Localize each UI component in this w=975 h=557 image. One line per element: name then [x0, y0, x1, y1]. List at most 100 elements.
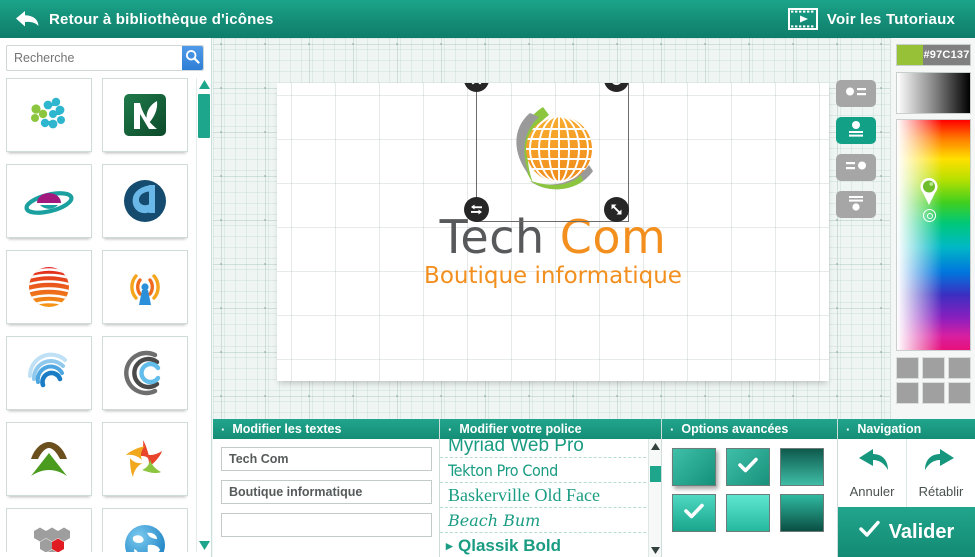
- panel-navigation: · Navigation Annuler Rétablir Valider: [838, 419, 975, 557]
- search-input[interactable]: [7, 46, 182, 70]
- redo-arrow-icon: [922, 447, 960, 482]
- search-icon: [185, 49, 200, 67]
- text-field-3[interactable]: [221, 513, 432, 537]
- font-item-0[interactable]: Myriad Web Pro: [440, 439, 661, 458]
- green-leaf-square-icon: [117, 87, 173, 143]
- gray-red-hexagons-icon: [21, 517, 77, 552]
- scrollbar-thumb[interactable]: [198, 94, 210, 138]
- navigation-buttons: Annuler Rétablir: [838, 439, 975, 507]
- icon-cell-green-leaf[interactable]: [102, 78, 188, 152]
- logo-symbol[interactable]: [464, 83, 629, 222]
- font-scrollbar-thumb[interactable]: [650, 466, 661, 482]
- icon-cell-blue-circle-swoosh[interactable]: [102, 164, 188, 238]
- panel-texts-title: Modifier les textes: [232, 422, 342, 436]
- hue-saturation-picker[interactable]: [896, 119, 971, 351]
- font-list-scrollbar[interactable]: [648, 439, 661, 557]
- icon-cell-gray-blue-crescent[interactable]: [102, 336, 188, 410]
- font-scroll-down-button[interactable]: [649, 544, 661, 556]
- panel-advanced-options: · Options avancées: [662, 419, 838, 557]
- panel-texts-body: [213, 439, 439, 554]
- bullet-icon: ·: [448, 421, 453, 437]
- undo-button[interactable]: Annuler: [838, 439, 906, 507]
- layout-text-top-button[interactable]: [836, 191, 876, 218]
- advanced-swatch-4[interactable]: [726, 494, 770, 532]
- bullet-icon: ·: [670, 421, 675, 437]
- check-icon: [737, 456, 759, 479]
- tutorials-button-label: Voir les Tutoriaux: [826, 10, 955, 28]
- flip-handle[interactable]: [464, 197, 489, 222]
- icon-cell-hexagons[interactable]: [6, 508, 92, 552]
- icon-cell-molecule-dots[interactable]: [6, 78, 92, 152]
- back-button-label: Retour à bibliothèque d'icônes: [49, 10, 274, 28]
- layout-icon-left-button[interactable]: [836, 80, 876, 107]
- view-tutorials-button[interactable]: Voir les Tutoriaux: [774, 0, 969, 38]
- swatch-0[interactable]: [896, 357, 919, 379]
- sidebar-scrollbar[interactable]: [196, 78, 210, 552]
- redo-button[interactable]: Rétablir: [906, 439, 975, 507]
- icon-cell-blue-globe[interactable]: [102, 508, 188, 552]
- font-item-2[interactable]: Baskerville Old Face: [440, 483, 661, 508]
- brown-green-mountain-icon: [21, 431, 77, 487]
- advanced-swatch-2[interactable]: [780, 448, 824, 486]
- hex-color-row[interactable]: #97C137: [896, 44, 971, 66]
- layout-icon-top-button[interactable]: [836, 117, 876, 144]
- font-item-1[interactable]: Tekton Pro Cond: [440, 458, 661, 483]
- orange-antenna-signal-icon: [117, 259, 173, 315]
- logo-editor-app: Retour à bibliothèque d'icônes Voir les …: [0, 0, 975, 557]
- text-field-2[interactable]: [221, 480, 432, 504]
- blue-circle-swoosh-icon: [117, 173, 173, 229]
- icon-library-sidebar: [0, 38, 212, 557]
- film-play-icon: [787, 8, 818, 30]
- font-scroll-up-button[interactable]: [649, 440, 661, 452]
- font-item-4[interactable]: Qlassik Bold: [440, 533, 661, 557]
- align-text-left-icon-right-icon: [843, 157, 869, 179]
- icon-cell-antenna-signal[interactable]: [102, 250, 188, 324]
- icon-cell-red-striped-sphere[interactable]: [6, 250, 92, 324]
- logo-subtitle[interactable]: Boutique informatique: [424, 263, 682, 289]
- purple-planet-ring-icon: [21, 173, 77, 229]
- logo-canvas[interactable]: Tech Com Boutique informatique: [213, 38, 890, 419]
- advanced-swatch-grid: [662, 439, 837, 532]
- scroll-down-button[interactable]: [197, 539, 211, 552]
- undo-label: Annuler: [849, 484, 895, 499]
- resize-handle[interactable]: [604, 197, 629, 222]
- blue-globe-icon: [117, 517, 173, 552]
- bullet-icon: ·: [846, 421, 851, 437]
- layout-text-left-button[interactable]: [836, 154, 876, 181]
- color-pin-marker[interactable]: [918, 176, 940, 206]
- grayscale-gradient-strip[interactable]: [896, 72, 971, 114]
- current-color-swatch: [897, 45, 923, 65]
- back-to-library-button[interactable]: Retour à bibliothèque d'icônes: [0, 0, 288, 38]
- align-icon-top-text-below-icon: [843, 120, 869, 142]
- recent-swatches-grid: [896, 357, 971, 404]
- panel-modify-texts: · Modifier les textes: [213, 419, 440, 557]
- bottom-panels: · Modifier les textes · Modifier votre p…: [213, 419, 975, 557]
- advanced-swatch-1[interactable]: [726, 448, 770, 486]
- search-button[interactable]: [182, 46, 203, 70]
- panel-font-title: Modifier votre police: [459, 422, 582, 436]
- panel-advanced-header: · Options avancées: [662, 419, 837, 439]
- search-row: [6, 45, 204, 71]
- align-text-top-icon-below-icon: [843, 194, 869, 216]
- text-field-1[interactable]: [221, 447, 432, 471]
- swatch-5[interactable]: [948, 382, 971, 404]
- panel-navigation-title: Navigation: [857, 422, 922, 436]
- swatch-4[interactable]: [922, 382, 945, 404]
- icon-cell-blue-wave-spiral[interactable]: [6, 336, 92, 410]
- scroll-up-button[interactable]: [197, 78, 211, 91]
- icon-cell-purple-planet[interactable]: [6, 164, 92, 238]
- logo-page[interactable]: Tech Com Boutique informatique: [277, 83, 829, 381]
- icon-cell-star-burst[interactable]: [102, 422, 188, 496]
- logo-composition: Tech Com Boutique informatique: [277, 83, 829, 289]
- swatch-1[interactable]: [922, 357, 945, 379]
- gray-blue-crescent-icon: [117, 345, 173, 401]
- advanced-swatch-3[interactable]: [672, 494, 716, 532]
- icon-cell-mountain-arrow[interactable]: [6, 422, 92, 496]
- font-list[interactable]: Myriad Web Pro Tekton Pro Cond Baskervil…: [440, 439, 661, 557]
- swatch-3[interactable]: [896, 382, 919, 404]
- swatch-2[interactable]: [948, 357, 971, 379]
- validate-button[interactable]: Valider: [838, 507, 975, 557]
- advanced-swatch-0[interactable]: [672, 448, 716, 486]
- font-item-3[interactable]: Beach Bum: [440, 508, 661, 533]
- advanced-swatch-5[interactable]: [780, 494, 824, 532]
